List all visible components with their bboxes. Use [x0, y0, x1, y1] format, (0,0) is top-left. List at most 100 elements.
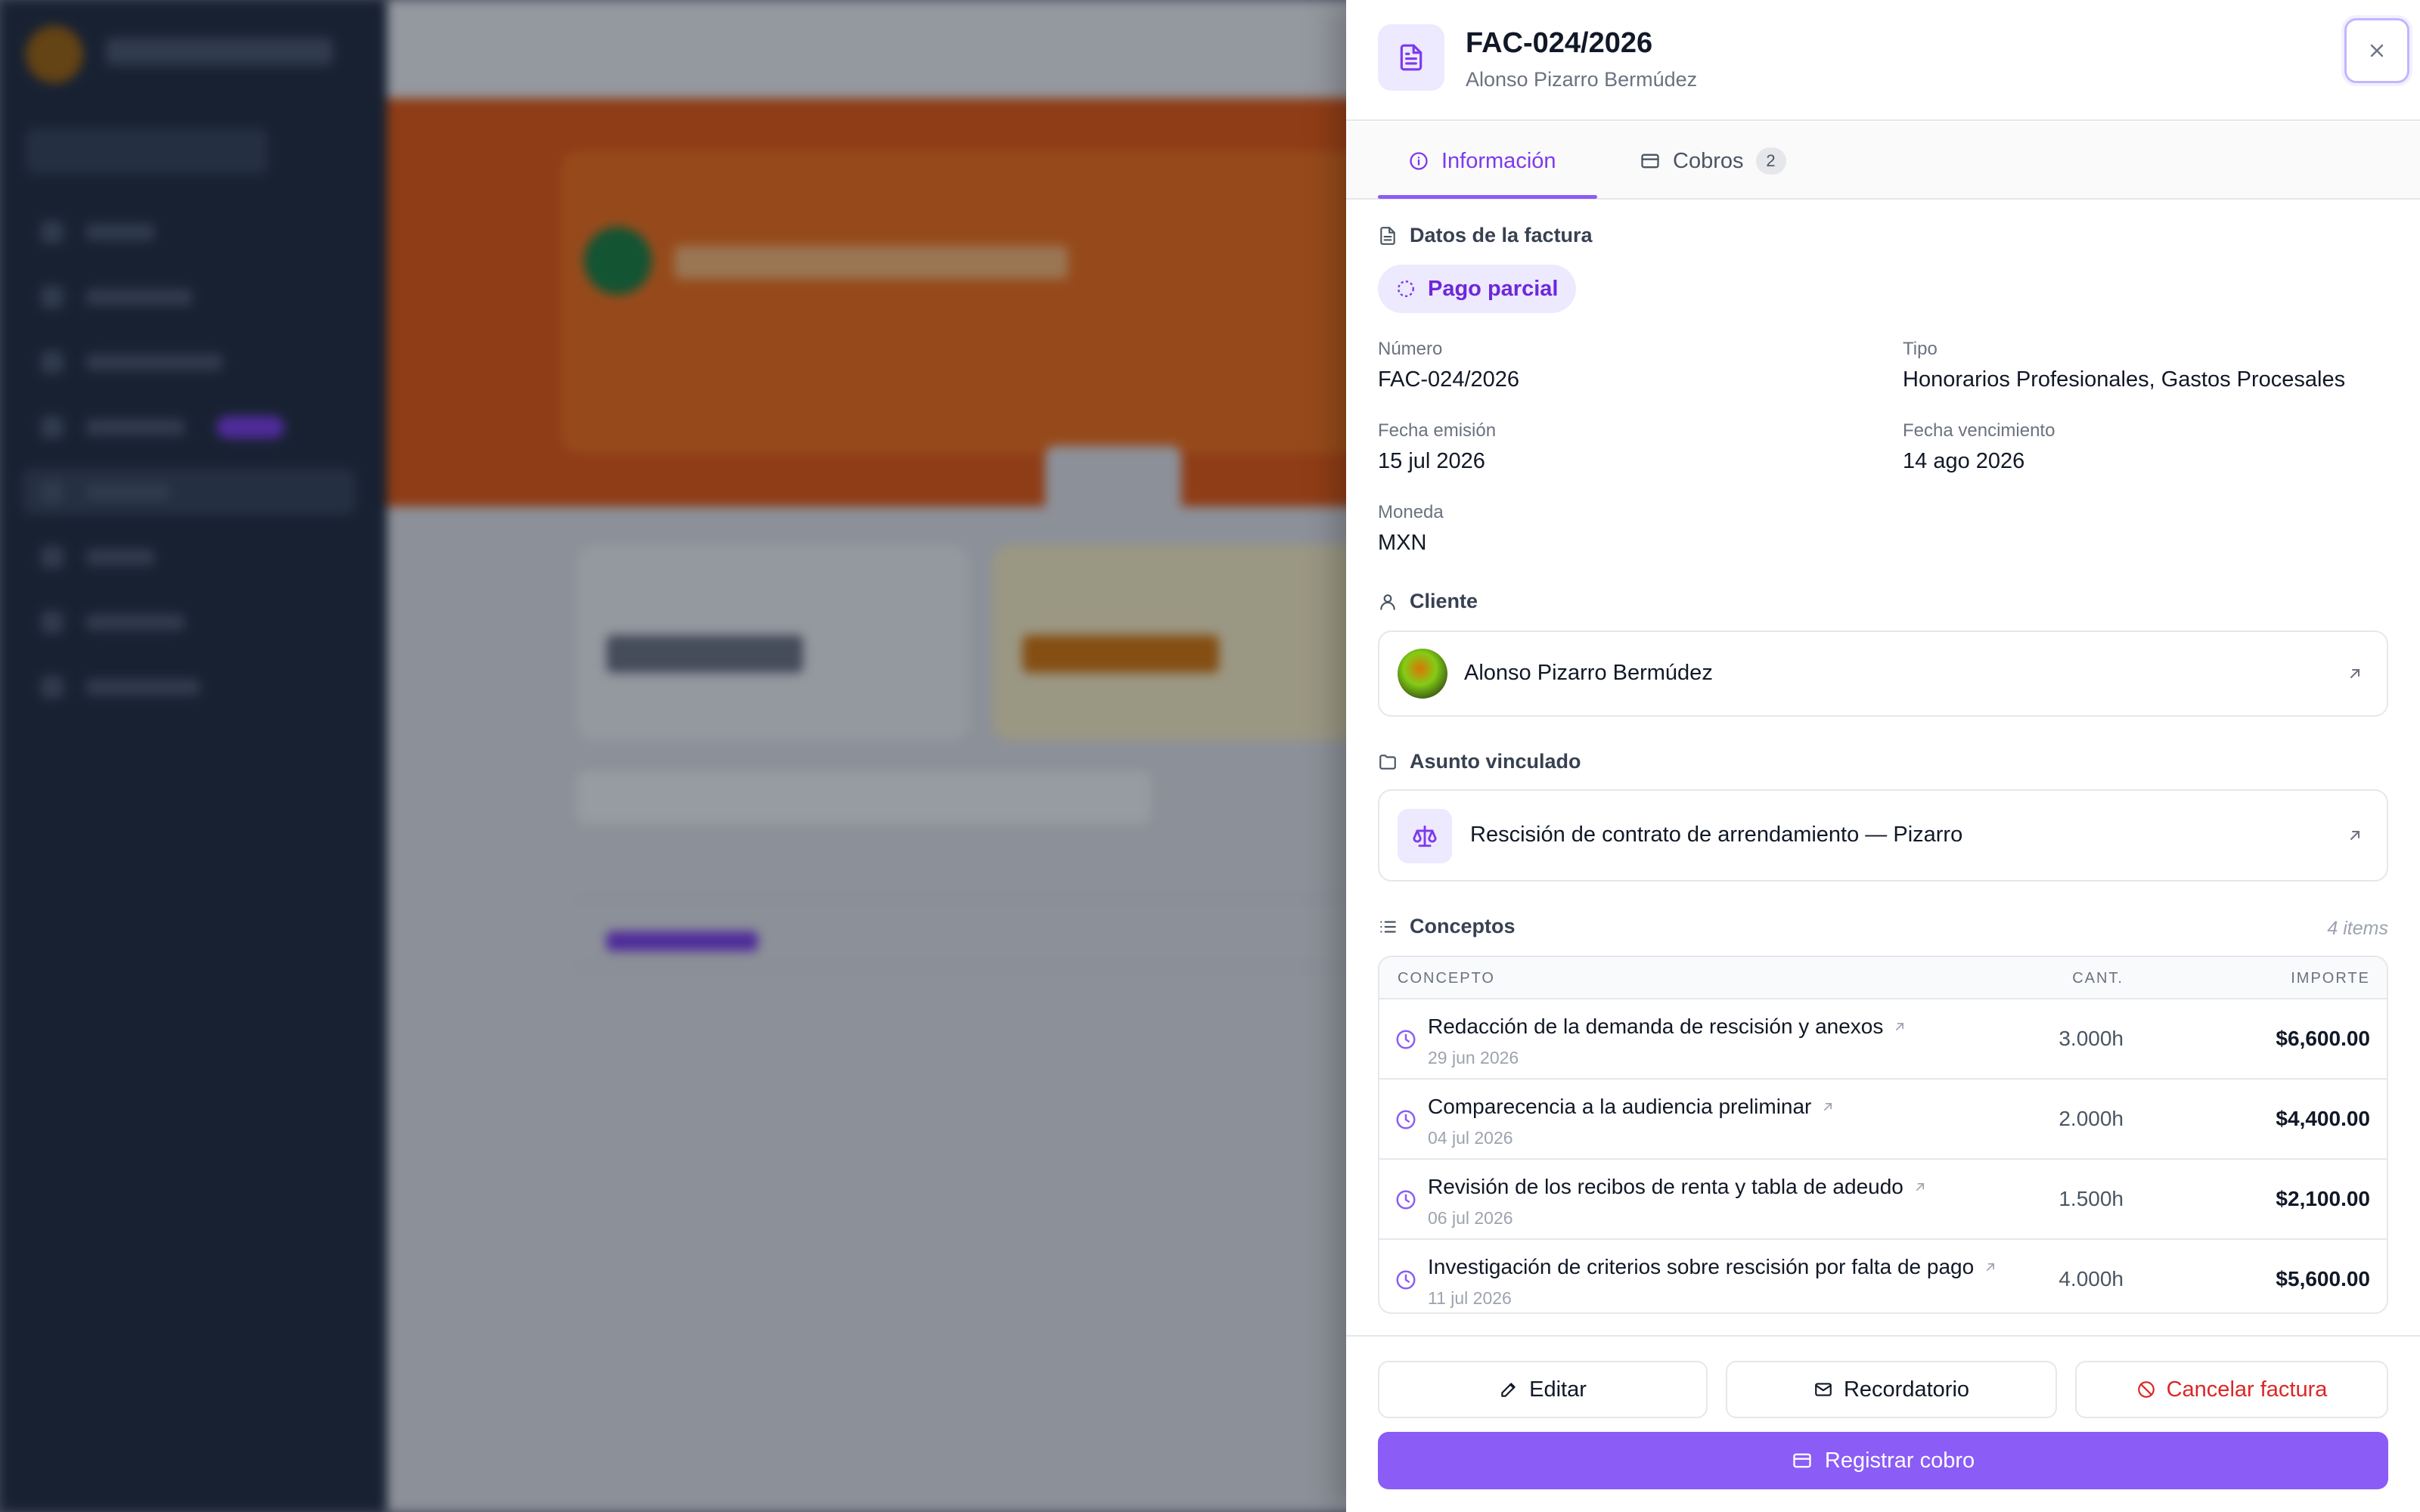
field-label-numero: Número: [1378, 339, 1443, 359]
tab-cobros[interactable]: Cobros 2: [1640, 122, 1786, 200]
card-icon: [1641, 153, 1659, 169]
register-payment-button[interactable]: Registrar cobro: [1378, 1432, 2388, 1489]
section-title: Conceptos: [1410, 915, 1516, 937]
cancel-invoice-button[interactable]: Cancelar factura: [2075, 1361, 2388, 1418]
field-label-moneda: Moneda: [1378, 502, 1444, 522]
concept-date: 29 jun 2026: [1428, 1048, 1519, 1067]
section-linked-matter: Asunto vinculado: [1378, 750, 1581, 773]
mail-icon: [1815, 1383, 1832, 1396]
section-title: Datos de la factura: [1410, 224, 1593, 246]
concept-qty: 2.000h: [2059, 1107, 2124, 1130]
section-concepts: Conceptos: [1378, 915, 1516, 938]
client-name: Alonso Pizarro Bermúdez: [1464, 661, 1713, 685]
invoice-number-title: FAC-024/2026: [1466, 27, 1653, 59]
reminder-button[interactable]: Recordatorio: [1726, 1361, 2057, 1418]
concept-date: 04 jul 2026: [1428, 1128, 1513, 1148]
document-icon: [1378, 24, 1444, 91]
concept-date: 06 jul 2026: [1428, 1208, 1513, 1228]
table-row: Redacción de la demanda de rescisión y a…: [1379, 999, 2387, 1080]
concept-description: Investigación de criterios sobre rescisi…: [1428, 1255, 1975, 1278]
concept-date: 11 jul 2026: [1428, 1288, 1512, 1308]
field-label-fecha-vencimiento: Fecha vencimiento: [1903, 420, 2055, 441]
tab-label: Información: [1441, 148, 1556, 173]
concept-link[interactable]: Redacción de la demanda de rescisión y a…: [1428, 1015, 1907, 1039]
concept-amount: $4,400.00: [2276, 1107, 2370, 1130]
concept-qty: 4.000h: [2059, 1267, 2124, 1290]
section-invoice-data: Datos de la factura: [1378, 224, 1593, 247]
clock-icon: [1396, 1110, 1416, 1129]
section-title: Asunto vinculado: [1410, 750, 1581, 773]
external-link-icon: [1896, 1023, 1904, 1030]
ban-icon: [2137, 1381, 2155, 1398]
external-link-icon: [2350, 669, 2360, 678]
tab-informacion[interactable]: Información: [1408, 122, 1556, 200]
external-link-icon: [2350, 831, 2360, 840]
folder-icon: [1379, 754, 1396, 770]
concept-qty: 3.000h: [2059, 1027, 2124, 1050]
concept-description: Revisión de los recibos de renta y tabla…: [1428, 1175, 1903, 1198]
clock-icon: [1396, 1030, 1416, 1049]
scale-icon: [1398, 809, 1452, 863]
external-link-icon: [1824, 1103, 1832, 1111]
drawer-header: FAC-024/2026 Alonso Pizarro Bermúdez: [1346, 0, 2420, 121]
document-icon: [1380, 226, 1395, 245]
invoice-drawer: FAC-024/2026 Alonso Pizarro Bermúdez Inf…: [1346, 0, 2420, 1512]
user-icon: [1380, 593, 1395, 610]
concepts-table: CONCEPTO CANT. IMPORTE Redacción de la d…: [1378, 956, 2388, 1314]
invoice-client-subtitle: Alonso Pizarro Bermúdez: [1466, 68, 1698, 91]
concept-amount: $2,100.00: [2276, 1187, 2370, 1210]
field-value-tipo: Honorarios Profesionales, Gastos Procesa…: [1903, 367, 2346, 392]
edit-button[interactable]: Editar: [1378, 1361, 1708, 1418]
table-row: Revisión de los recibos de renta y tabla…: [1379, 1160, 2387, 1240]
drawer-tabs: Información Cobros 2: [1346, 122, 2420, 200]
register-payment-button-label: Registrar cobro: [1824, 1448, 1975, 1473]
concept-link[interactable]: Comparecencia a la audiencia preliminar: [1428, 1095, 1835, 1119]
concept-amount: $5,600.00: [2276, 1267, 2370, 1290]
client-avatar: [1398, 649, 1447, 699]
edit-button-label: Editar: [1529, 1377, 1587, 1402]
status-badge: Pago parcial: [1378, 265, 1577, 313]
active-tab-indicator: [1378, 195, 1597, 199]
matter-name: Rescisión de contrato de arrendamiento —…: [1470, 823, 1963, 847]
concept-qty: 1.500h: [2059, 1187, 2124, 1210]
status-label: Pago parcial: [1428, 276, 1559, 301]
field-value-numero: FAC-024/2026: [1378, 367, 1520, 392]
close-button[interactable]: [2344, 18, 2409, 83]
concept-amount: $6,600.00: [2276, 1027, 2370, 1050]
field-value-fecha-emision: 15 jul 2026: [1378, 449, 1485, 473]
field-value-moneda: MXN: [1378, 531, 1427, 555]
external-link-icon: [1987, 1263, 1995, 1271]
column-header-amount: IMPORTE: [2291, 970, 2370, 987]
drawer-footer: Editar Recordatorio Cancelar factura Reg…: [1346, 1335, 2420, 1512]
cancel-invoice-button-label: Cancelar factura: [2166, 1377, 2328, 1402]
column-header-qty: CANT.: [2072, 970, 2124, 987]
section-title: Cliente: [1410, 590, 1478, 612]
clock-icon: [1396, 1270, 1416, 1290]
table-row: Comparecencia a la audiencia preliminar …: [1379, 1080, 2387, 1160]
external-link-icon: [1916, 1183, 1924, 1191]
tab-label: Cobros: [1673, 148, 1744, 173]
concept-link[interactable]: Investigación de criterios sobre rescisi…: [1428, 1255, 1998, 1279]
concept-description: Redacción de la demanda de rescisión y a…: [1428, 1015, 1884, 1038]
concepts-count: 4 items: [2327, 918, 2388, 939]
card-icon: [1793, 1453, 1811, 1468]
column-header-concept: CONCEPTO: [1398, 970, 1495, 987]
concept-link[interactable]: Revisión de los recibos de renta y tabla…: [1428, 1175, 1928, 1199]
tab-count-badge: 2: [1755, 147, 1786, 175]
matter-card[interactable]: Rescisión de contrato de arrendamiento —…: [1378, 789, 2388, 881]
list-icon: [1380, 920, 1396, 933]
field-label-tipo: Tipo: [1903, 339, 1938, 359]
concept-description: Comparecencia a la audiencia preliminar: [1428, 1095, 1812, 1118]
reminder-button-label: Recordatorio: [1843, 1377, 1970, 1402]
field-value-fecha-vencimiento: 14 ago 2026: [1903, 449, 2025, 473]
client-card[interactable]: Alonso Pizarro Bermúdez: [1378, 631, 2388, 717]
field-label-fecha-emision: Fecha emisión: [1378, 420, 1497, 441]
pencil-icon: [1501, 1383, 1516, 1397]
partial-circle-icon: [1398, 280, 1414, 297]
table-header: CONCEPTO CANT. IMPORTE: [1379, 957, 2387, 999]
section-client: Cliente: [1378, 590, 1478, 613]
clock-icon: [1396, 1190, 1416, 1210]
info-icon: [1410, 152, 1428, 170]
table-row: Investigación de criterios sobre rescisi…: [1379, 1240, 2387, 1312]
close-icon: [2370, 44, 2384, 57]
